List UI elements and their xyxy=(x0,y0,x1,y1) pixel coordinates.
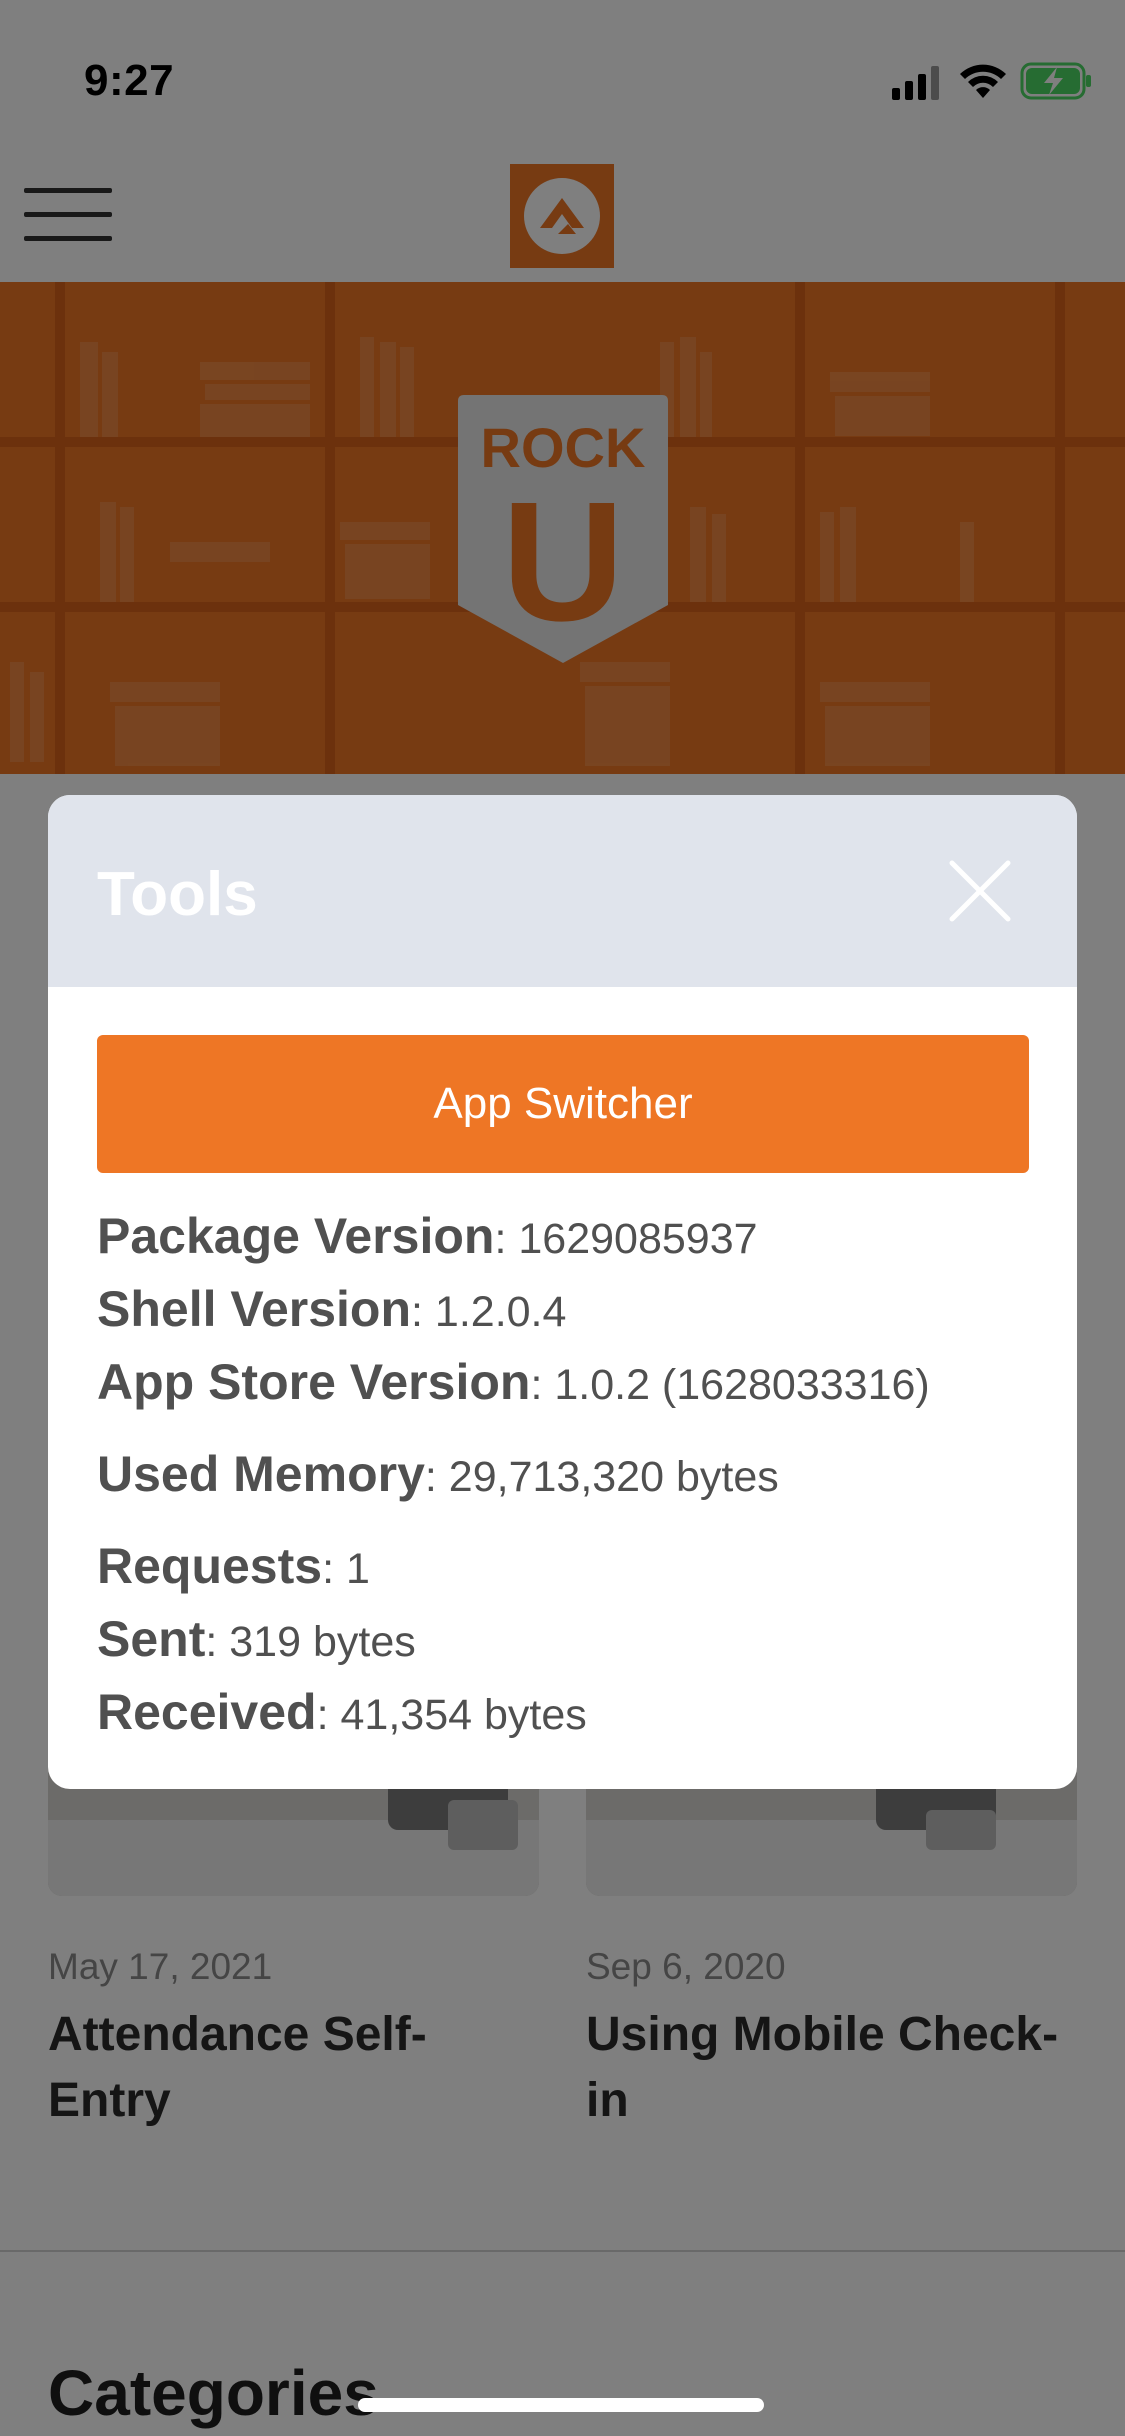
info-value: 1 xyxy=(345,1545,370,1593)
home-indicator[interactable] xyxy=(358,2398,764,2412)
info-key: Sent xyxy=(97,1611,206,1667)
info-key: App Store Version xyxy=(97,1354,531,1410)
info-value: 41,354 bytes xyxy=(340,1691,587,1739)
info-value: 1.2.0.4 xyxy=(434,1288,567,1336)
info-row-received: Received: 41,354 bytes xyxy=(97,1684,587,1740)
info-row-app-store-version: App Store Version: 1.0.2 (1628033316) xyxy=(97,1354,930,1410)
info-row-shell-version: Shell Version: 1.2.0.4 xyxy=(97,1281,567,1337)
info-key: Package Version xyxy=(97,1208,495,1264)
info-value: 1.0.2 (1628033316) xyxy=(554,1361,930,1409)
app-screen: 9:27 xyxy=(0,0,1125,2436)
info-row-used-memory: Used Memory: 29,713,320 bytes xyxy=(97,1446,779,1502)
info-row-package-version: Package Version: 1629085937 xyxy=(97,1208,758,1264)
info-value: 1629085937 xyxy=(518,1215,758,1263)
tools-modal: Tools App Switcher Package Version: 1629… xyxy=(48,795,1077,1789)
info-key: Shell Version xyxy=(97,1281,412,1337)
app-switcher-button[interactable]: App Switcher xyxy=(97,1035,1029,1173)
info-key: Requests xyxy=(97,1538,323,1594)
modal-title: Tools xyxy=(97,860,258,929)
info-row-requests: Requests: 1 xyxy=(97,1538,370,1594)
modal-header: Tools xyxy=(48,795,1077,987)
info-key: Received xyxy=(97,1684,317,1740)
info-value: 29,713,320 bytes xyxy=(448,1453,779,1501)
info-value: 319 bytes xyxy=(229,1618,416,1666)
close-icon[interactable] xyxy=(948,859,1012,923)
info-key: Used Memory xyxy=(97,1446,425,1502)
info-row-sent: Sent: 319 bytes xyxy=(97,1611,416,1667)
